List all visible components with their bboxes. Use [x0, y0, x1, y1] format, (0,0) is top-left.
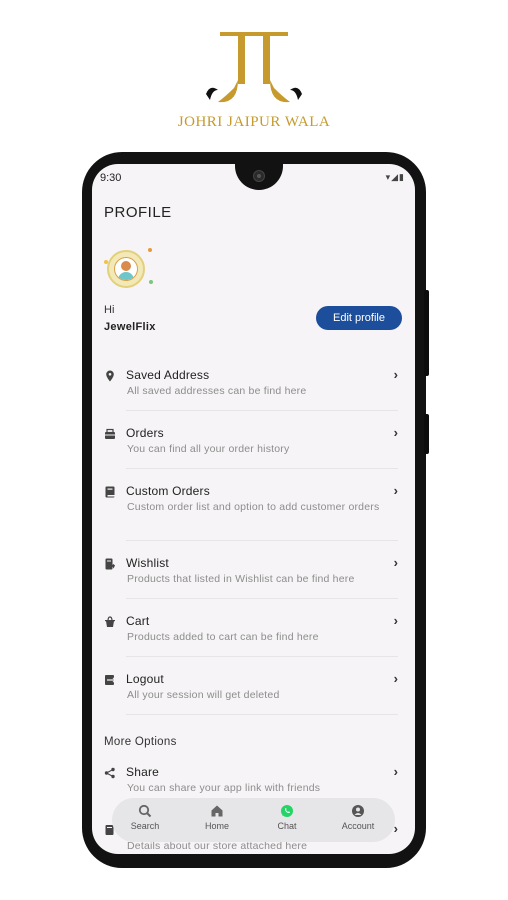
- brand-name: JOHRI JAIPUR WALA: [177, 114, 331, 130]
- menu-item-description: Custom order list and option to add cust…: [127, 501, 380, 513]
- menu-item-label: Custom Orders: [126, 484, 210, 498]
- front-camera: [253, 170, 265, 182]
- book-icon: [105, 486, 115, 498]
- menu-item-description: All your session will get deleted: [127, 689, 280, 701]
- phone-screen: 9:30 ▾◢▮ PROFILE Hi JewelFlix Edit profi…: [92, 164, 415, 854]
- brand-monogram-icon: [206, 32, 302, 103]
- more-options-title: More Options: [104, 736, 177, 748]
- menu-item-label: Cart: [126, 614, 150, 628]
- divider: [126, 410, 398, 411]
- bottom-navigation: Search Home Chat Account: [112, 798, 395, 842]
- menu-item-label: Orders: [126, 426, 164, 440]
- greeting: Hi: [104, 304, 115, 316]
- chevron-right-icon: ›: [393, 555, 398, 570]
- orders-icon: [105, 428, 115, 439]
- chevron-right-icon: ›: [393, 613, 398, 628]
- divider: [126, 656, 398, 657]
- menu-item-description: You can find all your order history: [127, 443, 290, 455]
- menu-item-label: Saved Address: [126, 368, 210, 382]
- notch: [235, 164, 283, 190]
- status-time: 9:30: [100, 172, 122, 184]
- avatar[interactable]: [107, 250, 145, 288]
- menu-item-description: Products that listed in Wishlist can be …: [127, 573, 355, 585]
- nav-label: Chat: [277, 821, 297, 831]
- chevron-right-icon: ›: [393, 367, 398, 382]
- menu-item-label: Wishlist: [126, 556, 169, 570]
- username: JewelFlix: [104, 321, 156, 333]
- chevron-right-icon: ›: [393, 425, 398, 440]
- power-button: [424, 414, 429, 454]
- search-icon: [138, 804, 152, 818]
- brand-logo: JOHRI JAIPUR WALA: [0, 30, 508, 131]
- avatar-image: [114, 257, 138, 281]
- divider: [126, 714, 398, 715]
- avatar-decoration-dot: [148, 248, 152, 252]
- nav-search[interactable]: Search: [115, 804, 175, 831]
- nav-account[interactable]: Account: [328, 804, 388, 831]
- avatar-decoration-dot: [149, 280, 153, 284]
- avatar-body: [118, 272, 134, 280]
- logout-icon: [105, 675, 116, 685]
- menu-item-label: Logout: [126, 672, 164, 686]
- menu-item-description: Products added to cart can be find here: [127, 631, 319, 643]
- chevron-right-icon: ›: [393, 671, 398, 686]
- nav-chat[interactable]: Chat: [257, 804, 317, 831]
- page-title: PROFILE: [104, 204, 172, 221]
- whatsapp-icon: [281, 805, 293, 817]
- avatar-decoration-dot: [104, 260, 108, 264]
- location-pin-icon: [106, 370, 114, 382]
- cart-icon: [105, 616, 115, 627]
- volume-button: [424, 290, 429, 376]
- divider: [126, 598, 398, 599]
- nav-label: Search: [130, 821, 160, 831]
- nav-home[interactable]: Home: [187, 804, 247, 831]
- menu-item-description: All saved addresses can be find here: [127, 385, 307, 397]
- avatar-head: [121, 261, 131, 271]
- menu-item-description: You can share your app link with friends: [127, 782, 321, 794]
- nav-label: Home: [204, 821, 229, 831]
- share-icon: [104, 767, 115, 779]
- chevron-right-icon: ›: [393, 483, 398, 498]
- wishlist-icon: [105, 558, 115, 570]
- menu-item-label: Share: [126, 765, 160, 779]
- home-icon: [211, 805, 223, 817]
- account-icon: [352, 805, 364, 817]
- edit-profile-button[interactable]: Edit profile: [316, 306, 402, 330]
- status-icons: ▾◢▮: [385, 172, 405, 182]
- divider: [126, 540, 398, 541]
- nav-label: Account: [341, 821, 375, 831]
- divider: [126, 468, 398, 469]
- chevron-right-icon: ›: [393, 764, 398, 779]
